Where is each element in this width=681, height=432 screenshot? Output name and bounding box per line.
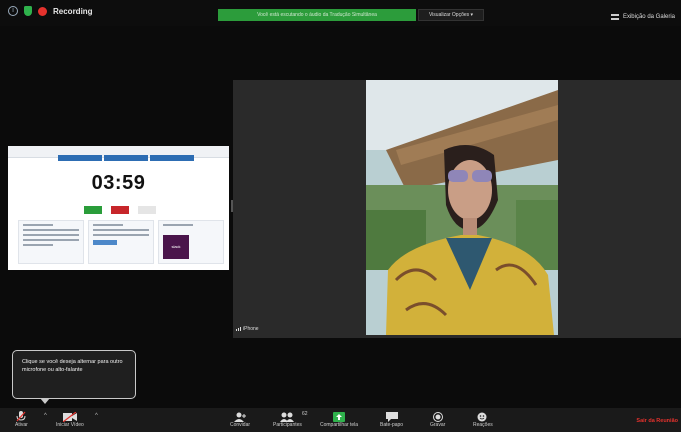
timer-controls (84, 206, 156, 214)
recording-dot-icon (38, 6, 47, 16)
view-options-button[interactable]: Visualizar Opções ▾ (418, 9, 484, 21)
audio-options-caret-icon[interactable]: ^ (44, 413, 47, 419)
record-label: Gravar (430, 422, 446, 428)
invite-label: Convidar (230, 422, 251, 428)
video-off-icon (62, 411, 77, 422)
participants-label: Participantes (273, 422, 302, 428)
shared-tabs (58, 155, 194, 161)
video-options-caret-icon[interactable]: ^ (95, 413, 98, 419)
timer-start-button (84, 206, 102, 214)
speaker-video (366, 80, 558, 335)
participants-button[interactable]: Participantes (273, 411, 302, 428)
shared-info-card (88, 220, 154, 264)
start-video-label: Iniciar Vídeo (56, 422, 84, 428)
invite-button[interactable]: Convidar (230, 411, 250, 428)
meeting-status: i Recording (8, 6, 93, 16)
meeting-toolbar: Ativar ^ Iniciar Vídeo ^ Convidar Partic… (0, 408, 681, 432)
meeting-top-bar: i Recording Você está escutando o áudio … (0, 0, 681, 26)
reactions-button[interactable]: Reações (473, 411, 493, 428)
gallery-view-label: Exibição da Galeria (622, 14, 675, 20)
shared-info-card (18, 220, 84, 264)
view-options-label: Visualizar Opções (428, 12, 470, 18)
participant-name-tag: iPhone (236, 326, 259, 332)
shared-info-card: slack (158, 220, 224, 264)
countdown-timer: 03:59 (91, 172, 146, 194)
record-button[interactable]: Gravar (430, 411, 445, 428)
smiley-icon (477, 412, 487, 422)
security-shield-icon[interactable] (24, 6, 32, 16)
start-video-button[interactable]: Iniciar Vídeo (56, 411, 84, 428)
reactions-label: Reações (473, 422, 493, 428)
recording-label: Recording (53, 6, 93, 16)
muted-microphone-icon (16, 411, 26, 422)
timer-stop-button (111, 206, 129, 214)
add-user-icon (234, 412, 246, 422)
speaker-video-image (366, 80, 558, 335)
tooltip-arrow (40, 398, 50, 404)
audio-switch-tooltip: Clique se você deseja alternar para outr… (12, 350, 136, 399)
share-screen-button[interactable]: Compartilhar tela (320, 411, 358, 428)
signal-strength-icon (236, 327, 241, 331)
participant-name: iPhone (243, 326, 259, 332)
shared-screen-thumbnail[interactable]: 03:59 slack (8, 146, 229, 270)
unmute-button[interactable]: Ativar (15, 411, 28, 428)
info-icon[interactable]: i (8, 6, 18, 16)
chat-bubble-icon (385, 411, 398, 422)
shared-tab (104, 155, 148, 161)
gallery-grid-icon (610, 14, 619, 20)
unmute-label: Ativar (15, 422, 28, 428)
interpretation-banner: Você está escutando o áudio da Tradução … (218, 9, 416, 21)
participants-count: 62 (302, 411, 308, 417)
timer-reset-button (138, 206, 156, 214)
chat-button[interactable]: Bate-papo (380, 411, 403, 428)
shared-tab (58, 155, 102, 161)
participants-icon (280, 412, 295, 422)
share-screen-label: Compartilhar tela (320, 422, 359, 428)
record-icon (432, 411, 443, 422)
gallery-view-button[interactable]: Exibição da Galeria (610, 14, 675, 20)
chat-label: Bate-papo (380, 422, 404, 428)
share-screen-icon (333, 411, 346, 422)
shared-tab (150, 155, 194, 161)
leave-meeting-button[interactable]: Sair da Reunião (636, 418, 678, 424)
slack-logo: slack (163, 235, 189, 259)
